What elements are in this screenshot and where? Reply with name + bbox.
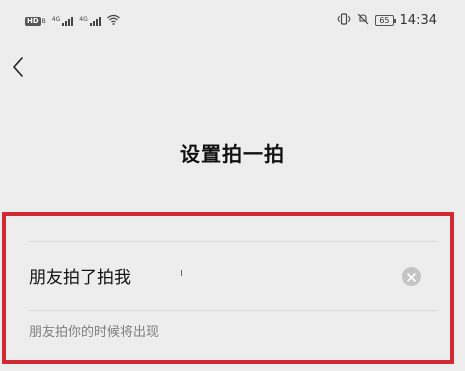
status-bar-left: HD B 4G 4G: [25, 14, 120, 27]
back-button[interactable]: [8, 55, 28, 83]
clear-button[interactable]: [402, 267, 421, 286]
status-time: 14:34: [399, 13, 437, 28]
input-divider: [29, 310, 438, 311]
mute-bell-icon: [357, 13, 369, 28]
signal-label-2: 4G: [79, 15, 88, 23]
hd-badge-label: HD: [25, 16, 41, 26]
signal-icon-2: 4G: [79, 15, 101, 26]
wifi-icon: [106, 14, 120, 27]
signal-label: 4G: [51, 15, 61, 23]
text-cursor: [181, 270, 182, 276]
vibrate-icon: [337, 13, 351, 28]
hd-badge-sub: B: [41, 17, 46, 25]
status-bar: HD B 4G 4G 65 14:34: [0, 0, 465, 40]
status-bar-right: 65 14:34: [337, 13, 437, 28]
page-title: 设置拍一拍: [180, 142, 285, 166]
chevron-left-icon: [12, 56, 24, 82]
hd-badge: HD B: [25, 16, 46, 26]
top-divider: [29, 241, 438, 242]
hint-text: 朋友拍你的时候将出现: [29, 325, 160, 340]
clear-circle-icon: [407, 267, 416, 286]
signal-icon: 4G: [51, 15, 74, 26]
battery-icon: 65: [375, 15, 396, 26]
screen: HD B 4G 4G 65 14:34 设置拍一拍 朋友拍了拍我 朋友拍你的时候…: [0, 0, 465, 371]
pat-text-input[interactable]: 朋友拍了拍我: [29, 262, 399, 294]
